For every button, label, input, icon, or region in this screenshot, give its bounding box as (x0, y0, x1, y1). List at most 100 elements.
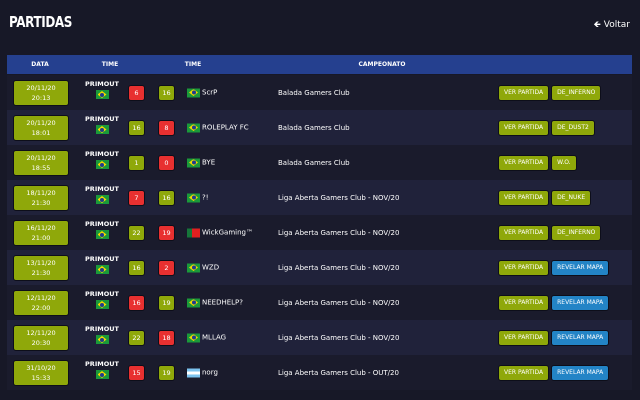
team1-name: PRIMOUT (85, 325, 119, 333)
date-button[interactable]: 18/11/20 21:30 (13, 184, 69, 211)
view-match-button[interactable]: VER PARTIDA (498, 84, 550, 101)
team1: PRIMOUT (85, 185, 119, 204)
view-match-button[interactable]: VER PARTIDA (498, 364, 550, 381)
team2-name: ScrP (202, 88, 218, 97)
championship: Balada Gamers Club (278, 158, 350, 167)
championship: Liga Aberta Gamers Club - OUT/20 (278, 368, 399, 377)
reveal-map-button[interactable]: REVELAR MAPA (551, 329, 610, 346)
map-button[interactable]: DE_NUKE (551, 189, 592, 206)
championship: Liga Aberta Gamers Club - NOV/20 (278, 298, 400, 307)
date-button[interactable]: 12/11/20 20:30 (13, 324, 69, 351)
team1-name: PRIMOUT (85, 185, 119, 193)
date-button[interactable]: 12/11/20 22:00 (13, 289, 69, 316)
view-match-button[interactable]: VER PARTIDA (498, 119, 550, 136)
score1: 16 (128, 259, 145, 276)
br-flag-icon (187, 263, 200, 272)
team2-name: BYE (202, 158, 216, 167)
table-row: 16/11/20 21:00 PRIMOUT 22 19 WickGaming™… (7, 215, 632, 250)
team2: norg (187, 368, 218, 377)
team2-name: ROLEPLAY FC (202, 123, 249, 132)
team2: ROLEPLAY FC (187, 123, 249, 132)
page-title: PARTIDAS (9, 13, 73, 31)
view-match-button[interactable]: VER PARTIDA (498, 189, 550, 206)
team2: ScrP (187, 88, 217, 97)
reveal-map-button[interactable]: REVELAR MAPA (551, 259, 610, 276)
actions: VER PARTIDA W.O. (498, 154, 577, 171)
score1: 1 (128, 154, 145, 171)
championship: Liga Aberta Gamers Club - NOV/20 (278, 228, 400, 237)
ar-flag-icon (187, 368, 200, 377)
brazil-flag-icon (95, 300, 109, 309)
team1-name: PRIMOUT (85, 150, 119, 158)
br-flag-icon (187, 88, 200, 97)
team1: PRIMOUT (85, 290, 119, 309)
team1-name: PRIMOUT (85, 255, 119, 263)
score1: 15 (128, 364, 145, 381)
col-championship: CAMPEONATO (358, 61, 406, 68)
team1: PRIMOUT (85, 255, 119, 274)
col-team2: TIME (184, 61, 202, 68)
date-button[interactable]: 20/11/20 18:55 (13, 149, 69, 176)
team1: PRIMOUT (85, 80, 119, 99)
map-button[interactable]: DE_INFERNO (551, 84, 602, 101)
championship: Liga Aberta Gamers Club - NOV/20 (278, 193, 400, 202)
brazil-flag-icon (95, 160, 109, 169)
date-button[interactable]: 13/11/20 21:30 (13, 254, 69, 281)
col-team1: TIME (101, 61, 119, 68)
view-match-button[interactable]: VER PARTIDA (498, 329, 550, 346)
score2: 19 (158, 224, 175, 241)
team1: PRIMOUT (85, 360, 119, 379)
map-button[interactable]: W.O. (551, 154, 577, 171)
brazil-flag-icon (95, 370, 109, 379)
date-button[interactable]: 31/10/20 15:33 (13, 359, 69, 386)
matches-table: 20/11/20 20:13 PRIMOUT 6 16 ScrP Balada … (7, 75, 632, 390)
team1-name: PRIMOUT (85, 80, 119, 88)
championship: Liga Aberta Gamers Club - NOV/20 (278, 263, 400, 272)
view-match-button[interactable]: VER PARTIDA (498, 154, 550, 171)
col-date: DATA (31, 61, 49, 68)
team2: BYE (187, 158, 215, 167)
br-flag-icon (187, 333, 200, 342)
score2: 19 (158, 364, 175, 381)
team2-name: WZD (202, 263, 220, 272)
view-match-button[interactable]: VER PARTIDA (498, 224, 550, 241)
view-match-button[interactable]: VER PARTIDA (498, 259, 550, 276)
table-row: 12/11/20 22:00 PRIMOUT 16 19 NEEDHELP? L… (7, 285, 632, 320)
team2: WZD (187, 263, 219, 272)
back-label: Voltar (603, 20, 630, 30)
view-match-button[interactable]: VER PARTIDA (498, 294, 550, 311)
actions: VER PARTIDA REVELAR MAPA (498, 294, 610, 311)
team2: WickGaming™ (187, 228, 253, 237)
actions: VER PARTIDA REVELAR MAPA (498, 364, 610, 381)
table-row: 20/11/20 20:13 PRIMOUT 6 16 ScrP Balada … (7, 75, 632, 110)
date-button[interactable]: 20/11/20 20:13 (13, 79, 69, 106)
table-row: 31/10/20 15:33 PRIMOUT 15 19 norg Liga A… (7, 355, 632, 390)
br-flag-icon (187, 193, 200, 202)
team2-name: norg (202, 368, 218, 377)
score2: 2 (158, 259, 175, 276)
score1: 16 (128, 294, 145, 311)
back-link[interactable]: 🡸 Voltar (593, 17, 630, 33)
score2: 0 (158, 154, 175, 171)
score1: 6 (128, 84, 145, 101)
table-row: 20/11/20 18:01 PRIMOUT 16 8 ROLEPLAY FC … (7, 110, 632, 145)
date-button[interactable]: 16/11/20 21:00 (13, 219, 69, 246)
brazil-flag-icon (95, 125, 109, 134)
score2: 19 (158, 294, 175, 311)
arrow-left-icon: 🡸 (593, 20, 601, 30)
team2: NEEDHELP? (187, 298, 243, 307)
championship: Liga Aberta Gamers Club - NOV/20 (278, 333, 400, 342)
team1: PRIMOUT (85, 220, 119, 239)
date-button[interactable]: 20/11/20 18:01 (13, 114, 69, 141)
map-button[interactable]: DE_DUST2 (551, 119, 595, 136)
reveal-map-button[interactable]: REVELAR MAPA (551, 364, 610, 381)
actions: VER PARTIDA REVELAR MAPA (498, 329, 610, 346)
map-button[interactable]: DE_INFERNO (551, 224, 602, 241)
score2: 18 (158, 329, 175, 346)
table-row: 18/11/20 21:30 PRIMOUT 7 16 ?! Liga Aber… (7, 180, 632, 215)
brazil-flag-icon (95, 195, 109, 204)
reveal-map-button[interactable]: REVELAR MAPA (551, 294, 610, 311)
team2-name: ?! (202, 193, 209, 202)
actions: VER PARTIDA DE_INFERNO (498, 84, 602, 101)
brazil-flag-icon (95, 230, 109, 239)
